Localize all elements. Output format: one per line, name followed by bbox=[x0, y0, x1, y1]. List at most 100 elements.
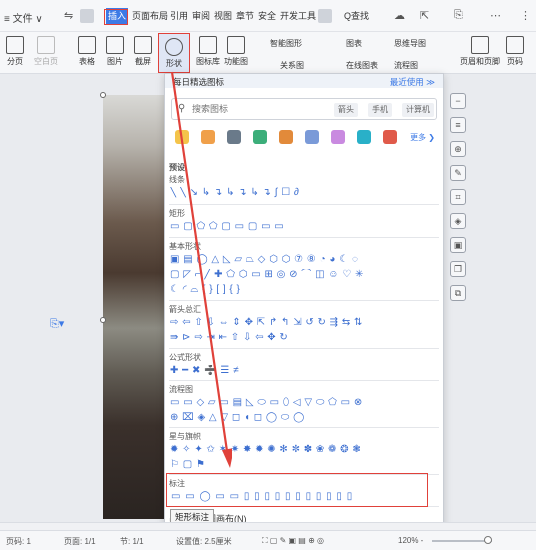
zoom-icon[interactable]: ⊕ bbox=[450, 141, 466, 157]
undo-icon[interactable]: ⇋ bbox=[64, 9, 73, 22]
status-setting: 设置值: 2.5厘米 bbox=[176, 537, 232, 546]
zoom-level[interactable]: 120% - bbox=[398, 536, 423, 545]
search-icon: ⚲ bbox=[178, 103, 186, 114]
image-icon[interactable]: ▣ bbox=[450, 237, 466, 253]
layout-icon[interactable]: ≡ bbox=[450, 117, 466, 133]
panel-header: 每日精选图标 最近使用 ≫ bbox=[165, 74, 443, 88]
screenshot-button[interactable]: 截屏 bbox=[134, 36, 152, 67]
featured-icon[interactable] bbox=[279, 130, 293, 144]
callout-highlight bbox=[166, 473, 428, 507]
shape-button[interactable]: 形状 bbox=[158, 33, 190, 73]
featured-icon[interactable] bbox=[175, 130, 189, 144]
chip-computer[interactable]: 计算机 bbox=[402, 103, 434, 117]
arrow-shapes[interactable]: ⇨ ⇦ ⇧ ⇩ ⇔ ⇕ ✥ ⇱ ↱ ↰ ⇲ ↺ ↻ ⇶ ⇆ ⇅ bbox=[170, 317, 438, 329]
chip-arrow[interactable]: 箭头 bbox=[334, 103, 358, 117]
history-icon[interactable]: ⎘ bbox=[454, 9, 463, 22]
blank-page-label: 空白页 bbox=[34, 57, 58, 66]
star-shapes[interactable]: ✹ ✧ ✦ ✩ ✶ ✷ ✸ ✹ ✺ ✻ ✼ ✽ ❀ ❁ ❂ ❃ bbox=[170, 444, 438, 456]
online-chart-button[interactable]: 在线图表 bbox=[346, 60, 378, 71]
featured-icon[interactable] bbox=[227, 130, 241, 144]
star-shapes[interactable]: ⚐ ▢ ⚑ bbox=[170, 459, 438, 471]
divider bbox=[169, 348, 439, 349]
quick-access-icon[interactable] bbox=[80, 9, 94, 23]
basic-shapes[interactable]: ▢ ◸ ⌐ ╱ ✚ ⬠ ⬡ ▭ ⊞ ◎ ⊘ ⌒ ◫ ☺ ♡ ✳ bbox=[170, 269, 438, 281]
page-number-label: 页码 bbox=[507, 57, 523, 66]
tab-security[interactable]: 安全 bbox=[256, 8, 278, 24]
flow-shapes[interactable]: ▭ ▭ ◇ ▱ ▭ ▤ ◺ ⬭ ▭ ⬯ ◁ ▽ ⬭ ⬠ ▭ ⊗ bbox=[170, 397, 438, 409]
tab-developer[interactable]: 开发工具 bbox=[278, 8, 318, 24]
section-lines: 线条 bbox=[169, 175, 185, 184]
more-icon[interactable]: ⋯ bbox=[490, 9, 501, 22]
tab-review[interactable]: 审阅 bbox=[190, 8, 212, 24]
arrow-shapes[interactable]: ⇛ ⊳ ⇨ ⇥ ⇤ ⇧ ⇩ ⇦ ✥ ↻ bbox=[170, 332, 438, 344]
picture-button[interactable]: 图片 bbox=[106, 36, 124, 67]
icon-search-box[interactable]: ⚲ 箭头 手机 计算机 bbox=[171, 98, 437, 120]
cloud-icon[interactable]: ☁ bbox=[394, 9, 405, 22]
icon-library-button[interactable]: 图标库 bbox=[196, 36, 220, 67]
featured-icon[interactable] bbox=[201, 130, 215, 144]
horizontal-scrollbar[interactable] bbox=[0, 522, 536, 530]
tab-page-layout[interactable]: 页面布局 bbox=[130, 8, 170, 24]
basic-shapes[interactable]: ☾ ◜ ⌓ { } [ ] { } bbox=[170, 284, 438, 296]
crop-icon[interactable]: ⌗ bbox=[450, 189, 466, 205]
recent-link[interactable]: 最近使用 ≫ bbox=[390, 76, 435, 88]
relation-chart-button[interactable]: 关系图 bbox=[280, 60, 304, 71]
smart-art-button[interactable]: 智能图形 bbox=[270, 38, 302, 49]
inserted-photo[interactable] bbox=[100, 92, 165, 519]
featured-icon[interactable] bbox=[253, 130, 267, 144]
mind-map-button[interactable]: 思维导图 bbox=[394, 38, 426, 49]
kebab-icon[interactable]: ⋮ bbox=[520, 9, 531, 22]
page-number-button[interactable]: 页码 bbox=[506, 36, 524, 67]
table-button[interactable]: 表格 bbox=[78, 36, 96, 67]
function-chart-button[interactable]: 功能图 bbox=[224, 36, 248, 67]
section-stars: 星与旗帜 bbox=[169, 432, 201, 441]
effect-icon[interactable]: ◈ bbox=[450, 213, 466, 229]
divider bbox=[169, 204, 439, 205]
tab-section[interactable]: 章节 bbox=[234, 8, 256, 24]
zoom-knob[interactable] bbox=[484, 536, 492, 544]
divider bbox=[169, 300, 439, 301]
edit-icon[interactable]: ✎ bbox=[450, 165, 466, 181]
more-icons-link[interactable]: 更多 ❯ bbox=[410, 132, 435, 143]
featured-icon[interactable] bbox=[305, 130, 319, 144]
rect-shapes[interactable]: ▭ ▢ ⬠ ⬠ ▢ ▭ ▢ ▭ ▭ bbox=[170, 221, 438, 233]
section-flow: 流程图 bbox=[169, 385, 193, 394]
collapse-icon[interactable]: − bbox=[450, 93, 466, 109]
status-pages: 页码: 1 bbox=[6, 537, 31, 546]
compare-icon[interactable]: ⧉ bbox=[450, 285, 466, 301]
share-icon[interactable]: ⇱ bbox=[420, 9, 429, 22]
line-shapes[interactable]: ╲ ╲ ↘ ↳ ↴ ↳ ↴ ↳ ↴ ∫ ☐ ∂ bbox=[170, 187, 438, 199]
zoom-slider[interactable] bbox=[432, 540, 492, 542]
shape-label: 形状 bbox=[166, 59, 182, 68]
page-break-button[interactable]: 分页 bbox=[6, 36, 24, 67]
menu-bar: ≡ 文件 ∨ ⇋ 插入 页面布局 引用 审阅 视图 章节 安全 开发工具 Q查找… bbox=[0, 0, 536, 32]
view-icons[interactable]: ⛶ ▢ ✎ ▣ ▤ ⊕ ◎ bbox=[262, 536, 324, 546]
more-tabs-icon[interactable] bbox=[318, 9, 332, 23]
tab-view[interactable]: 视图 bbox=[212, 8, 234, 24]
page-break-label: 分页 bbox=[7, 57, 23, 66]
flowchart-button[interactable]: 流程图 bbox=[394, 60, 418, 71]
featured-icon[interactable] bbox=[357, 130, 371, 144]
blank-page-button[interactable]: 空白页 bbox=[34, 36, 58, 67]
side-toolbar: − ≡ ⊕ ✎ ⌗ ◈ ▣ ❐ ⧉ bbox=[448, 93, 468, 309]
icon-search-input[interactable] bbox=[192, 102, 312, 116]
function-chart-label: 功能图 bbox=[224, 57, 248, 66]
featured-icon[interactable] bbox=[383, 130, 397, 144]
paragraph-icon[interactable]: ⎘▾ bbox=[50, 317, 64, 331]
tab-references[interactable]: 引用 bbox=[168, 8, 190, 24]
resize-handle-top[interactable] bbox=[100, 92, 106, 98]
basic-shapes[interactable]: ▣ ▤ ◯ △ ◺ ▱ ⏢ ◇ ⬡ ⬡ ⑦ ⑧ ◔ ◕ ☾ ◌ bbox=[170, 254, 438, 266]
featured-icon[interactable] bbox=[331, 130, 345, 144]
divider bbox=[169, 380, 439, 381]
section-formula: 公式形状 bbox=[169, 353, 201, 362]
header-footer-button[interactable]: 页眉和页脚 bbox=[460, 36, 500, 67]
file-menu[interactable]: ≡ 文件 ∨ bbox=[4, 10, 43, 25]
flow-shapes[interactable]: ⊕ ⌧ ◈ △ ▽ ◻ ◖ ◻ ◯ ⬭ ◯ bbox=[170, 412, 438, 424]
formula-shapes[interactable]: ✚ ━ ✖ ➗ ☰ ≠ bbox=[170, 365, 438, 377]
resize-handle-middle[interactable] bbox=[100, 317, 106, 323]
chip-phone[interactable]: 手机 bbox=[368, 103, 392, 117]
copy-icon[interactable]: ❐ bbox=[450, 261, 466, 277]
table-label: 表格 bbox=[79, 57, 95, 66]
chart-button[interactable]: 图表 bbox=[346, 38, 362, 49]
search-button[interactable]: Q查找 bbox=[344, 8, 369, 24]
